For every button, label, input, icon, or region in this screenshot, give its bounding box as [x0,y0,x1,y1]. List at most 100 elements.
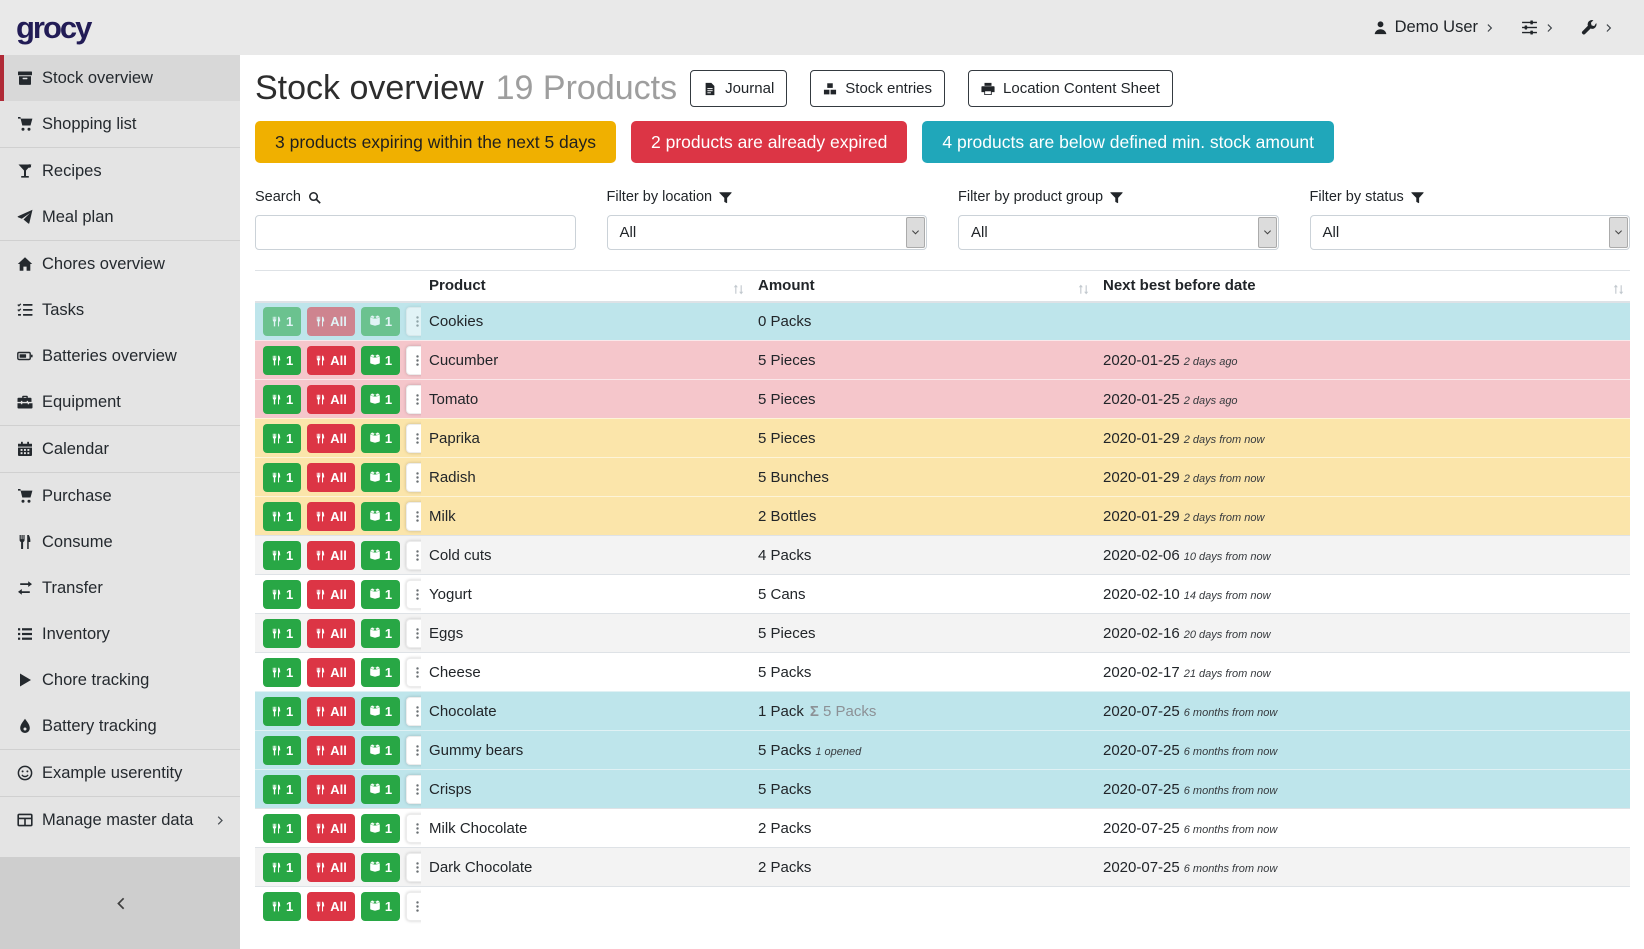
consume-all-button[interactable]: All [307,736,355,765]
consume-all-button[interactable]: All [307,424,355,453]
sidebar-item-purchase[interactable]: Purchase [0,473,240,519]
product-cell: Tomato [421,380,750,419]
user-menu[interactable]: Demo User [1373,18,1495,37]
consume-all-button[interactable]: All [307,580,355,609]
sidebar-item-inventory[interactable]: Inventory [0,611,240,657]
open-one-button[interactable]: 1 [361,463,400,492]
row-menu-button[interactable] [406,424,421,453]
sidebar-item-shopping-list[interactable]: Shopping list [0,101,240,147]
consume-one-button[interactable]: 1 [263,541,301,570]
row-menu-button[interactable] [406,697,421,726]
column-header-amount[interactable]: Amount [750,271,1095,302]
open-one-button[interactable]: 1 [361,385,400,414]
consume-all-button[interactable]: All [307,892,355,921]
consume-one-button[interactable]: 1 [263,580,301,609]
consume-one-button[interactable]: 1 [263,697,301,726]
sidebar-item-stock-overview[interactable]: Stock overview [0,55,240,101]
journal-button[interactable]: Journal [690,70,787,107]
open-one-button[interactable]: 1 [361,424,400,453]
open-one-button[interactable]: 1 [361,697,400,726]
sidebar-item-battery-tracking[interactable]: Battery tracking [0,703,240,749]
row-menu-button[interactable] [406,385,421,414]
consume-all-button[interactable]: All [307,619,355,648]
open-one-button[interactable]: 1 [361,541,400,570]
open-one-button[interactable]: 1 [361,619,400,648]
row-menu-button[interactable] [406,580,421,609]
consume-all-button[interactable]: All [307,775,355,804]
open-one-button[interactable]: 1 [361,346,400,375]
consume-all-button[interactable]: All [307,541,355,570]
consume-all-button[interactable]: All [307,463,355,492]
consume-all-button[interactable]: All [307,814,355,843]
consume-one-button[interactable]: 1 [263,346,301,375]
settings-menu[interactable] [1521,18,1555,37]
consume-one-button[interactable]: 1 [263,658,301,687]
row-menu-button[interactable] [406,814,421,843]
column-header-product[interactable]: Product [421,271,750,302]
consume-one-button[interactable]: 1 [263,619,301,648]
consume-one-button[interactable]: 1 [263,892,301,921]
sidebar-item-chore-tracking[interactable]: Chore tracking [0,657,240,703]
consume-all-button[interactable]: All [307,307,355,336]
row-menu-button[interactable] [406,658,421,687]
banner-info[interactable]: 4 products are below defined min. stock … [922,121,1334,163]
consume-one-button[interactable]: 1 [263,775,301,804]
open-one-button[interactable]: 1 [361,307,400,336]
consume-all-button[interactable]: All [307,658,355,687]
row-menu-button[interactable] [406,541,421,570]
consume-all-button[interactable]: All [307,385,355,414]
filter-by-status-select[interactable]: All [1310,215,1631,250]
consume-one-button[interactable]: 1 [263,307,301,336]
search-input[interactable] [255,215,576,250]
consume-one-button[interactable]: 1 [263,424,301,453]
consume-one-button[interactable]: 1 [263,814,301,843]
location-content-sheet-button[interactable]: Location Content Sheet [968,70,1173,107]
filter-by-product-group-select[interactable]: All [958,215,1279,250]
consume-one-button[interactable]: 1 [263,385,301,414]
consume-one-button[interactable]: 1 [263,853,301,882]
row-menu-button[interactable] [406,619,421,648]
open-one-button[interactable]: 1 [361,892,400,921]
row-menu-button[interactable] [406,463,421,492]
sidebar-item-tasks[interactable]: Tasks [0,287,240,333]
open-one-button[interactable]: 1 [361,502,400,531]
row-menu-button[interactable] [406,853,421,882]
sidebar-item-meal-plan[interactable]: Meal plan [0,194,240,240]
row-menu-button[interactable] [406,346,421,375]
open-one-button[interactable]: 1 [361,853,400,882]
open-one-button[interactable]: 1 [361,775,400,804]
row-menu-button[interactable] [406,307,421,336]
sidebar-item-consume[interactable]: Consume [0,519,240,565]
consume-all-button[interactable]: All [307,697,355,726]
sidebar-collapse-button[interactable] [0,857,240,949]
consume-all-button[interactable]: All [307,346,355,375]
row-menu-button[interactable] [406,736,421,765]
consume-all-button[interactable]: All [307,853,355,882]
open-one-button[interactable]: 1 [361,658,400,687]
admin-menu[interactable] [1581,18,1614,37]
app-logo[interactable]: grocy [16,10,90,46]
sidebar-item-transfer[interactable]: Transfer [0,565,240,611]
column-header-next-best-before-date[interactable]: Next best before date [1095,271,1630,302]
sidebar-item-calendar[interactable]: Calendar [0,426,240,472]
sidebar-item-manage-master-data[interactable]: Manage master data [0,797,240,843]
sidebar-item-recipes[interactable]: Recipes [0,148,240,194]
consume-all-button[interactable]: All [307,502,355,531]
banner-warning[interactable]: 3 products expiring within the next 5 da… [255,121,616,163]
consume-one-button[interactable]: 1 [263,736,301,765]
sidebar-item-equipment[interactable]: Equipment [0,379,240,425]
consume-one-button[interactable]: 1 [263,502,301,531]
sidebar-item-example-userentity[interactable]: Example userentity [0,750,240,796]
open-one-button[interactable]: 1 [361,580,400,609]
open-one-button[interactable]: 1 [361,814,400,843]
row-menu-button[interactable] [406,892,421,921]
row-menu-button[interactable] [406,775,421,804]
consume-one-button[interactable]: 1 [263,463,301,492]
sidebar-item-batteries-overview[interactable]: Batteries overview [0,333,240,379]
banner-danger[interactable]: 2 products are already expired [631,121,907,163]
stock-entries-button[interactable]: Stock entries [810,70,945,107]
filter-by-location-select[interactable]: All [607,215,928,250]
row-menu-button[interactable] [406,502,421,531]
sidebar-item-chores-overview[interactable]: Chores overview [0,241,240,287]
open-one-button[interactable]: 1 [361,736,400,765]
